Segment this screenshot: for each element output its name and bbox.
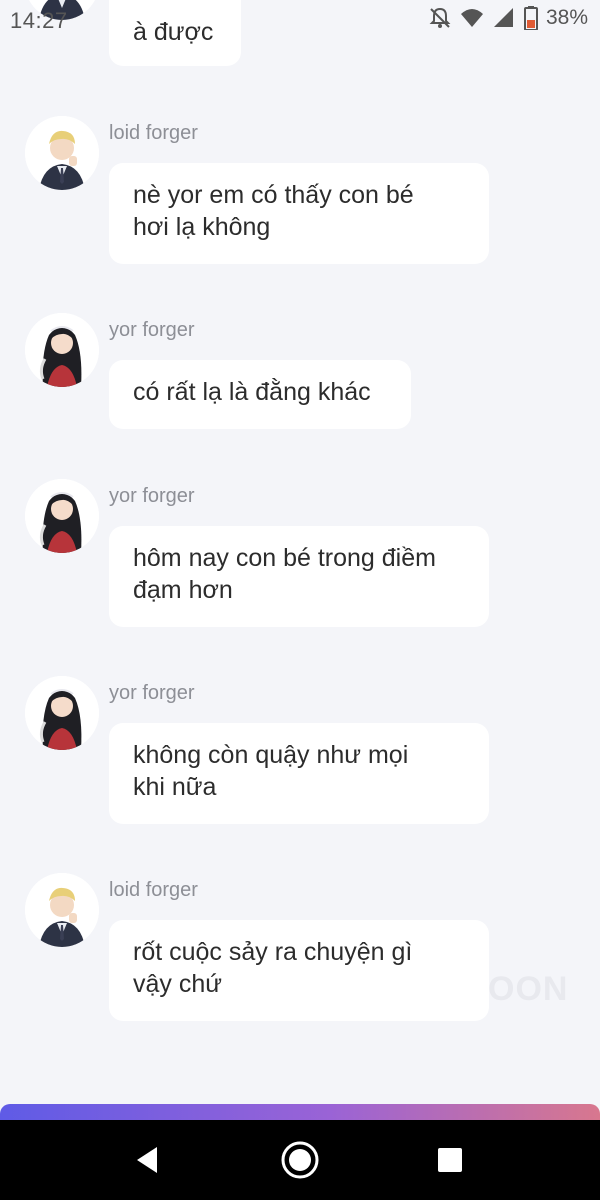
sender-name: loid forger (109, 879, 198, 901)
yor-avatar-icon (25, 479, 99, 553)
sender-name: yor forger (109, 485, 195, 507)
signal-icon (492, 6, 516, 30)
message-bubble: rốt cuộc sảy ra chuyện gì vậy chứ (109, 920, 489, 1021)
avatar[interactable] (25, 479, 99, 553)
avatar[interactable] (25, 313, 99, 387)
sender-name: yor forger (109, 319, 195, 341)
status-icons: 38% (428, 6, 588, 31)
message-bubble: có rất lạ là đằng khác (109, 360, 411, 429)
sender-name: loid forger (109, 122, 198, 144)
yor-avatar-icon (25, 313, 99, 387)
back-icon (137, 1147, 157, 1173)
loid-avatar-icon (25, 873, 99, 947)
avatar[interactable] (25, 676, 99, 750)
message-bubble: hôm nay con bé trong điềm đạm hơn (109, 526, 489, 627)
sender-name: yor forger (109, 682, 195, 704)
wifi-icon (460, 6, 484, 30)
battery-percent: 38% (545, 6, 588, 29)
loid-avatar-icon (25, 116, 99, 190)
status-time: 14:27 (10, 8, 68, 33)
navigation-bar (0, 1120, 600, 1200)
avatar[interactable] (25, 873, 99, 947)
home-icon (281, 1141, 319, 1179)
watermark: OON (488, 970, 569, 1008)
recents-button[interactable] (428, 1138, 472, 1182)
chat-thread[interactable]: à được loid forger nè yor em có thấy con… (0, 0, 600, 1105)
yor-avatar-icon (25, 676, 99, 750)
notifications-off-icon (428, 6, 452, 30)
avatar[interactable] (25, 116, 99, 190)
message-bubble: nè yor em có thấy con bé hơi lạ không (109, 163, 489, 264)
recents-icon (438, 1148, 462, 1172)
status-bar: 14:27 38% (0, 0, 600, 40)
home-button[interactable] (278, 1138, 322, 1182)
battery-icon (523, 6, 538, 31)
message-bubble: không còn quậy như mọi khi nữa (109, 723, 489, 824)
back-button[interactable] (126, 1138, 170, 1182)
